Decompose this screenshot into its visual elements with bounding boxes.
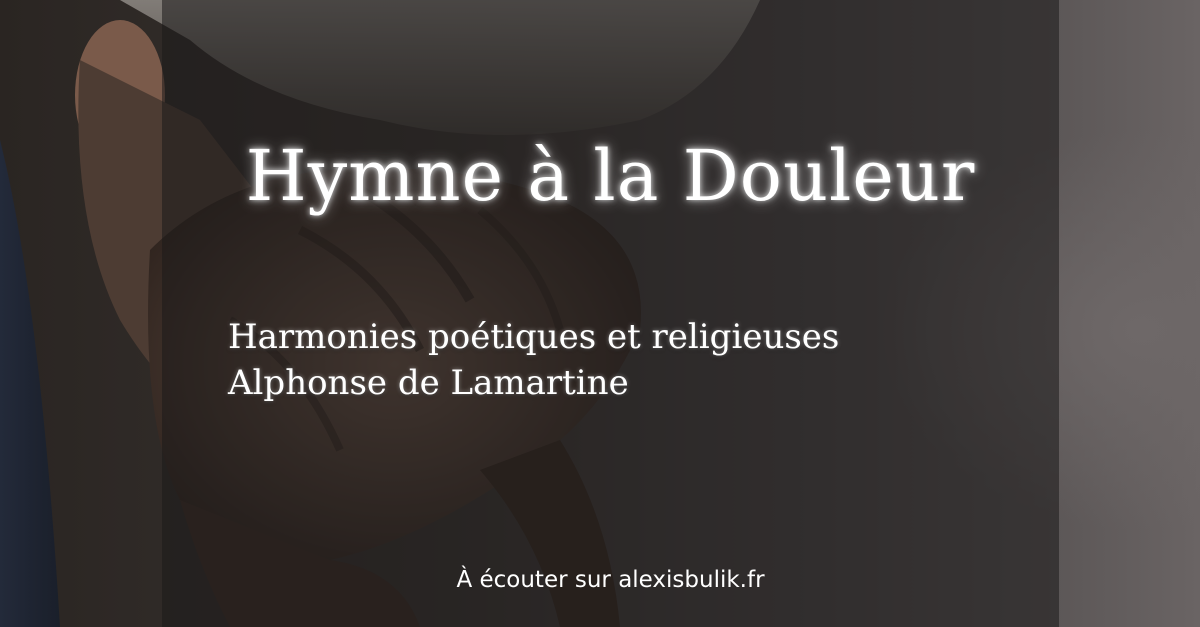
- social-card: Hymne à la Douleur Harmonies poétiques e…: [0, 0, 1200, 627]
- collection-name: Harmonies poétiques et religieuses: [228, 317, 840, 357]
- poem-title: Hymne à la Douleur: [245, 135, 976, 217]
- listen-cta: À écouter sur alexisbulik.fr: [456, 567, 765, 593]
- author-name: Alphonse de Lamartine: [228, 363, 629, 403]
- poem-meta: Harmonies poétiques et religieuses Alpho…: [228, 314, 988, 406]
